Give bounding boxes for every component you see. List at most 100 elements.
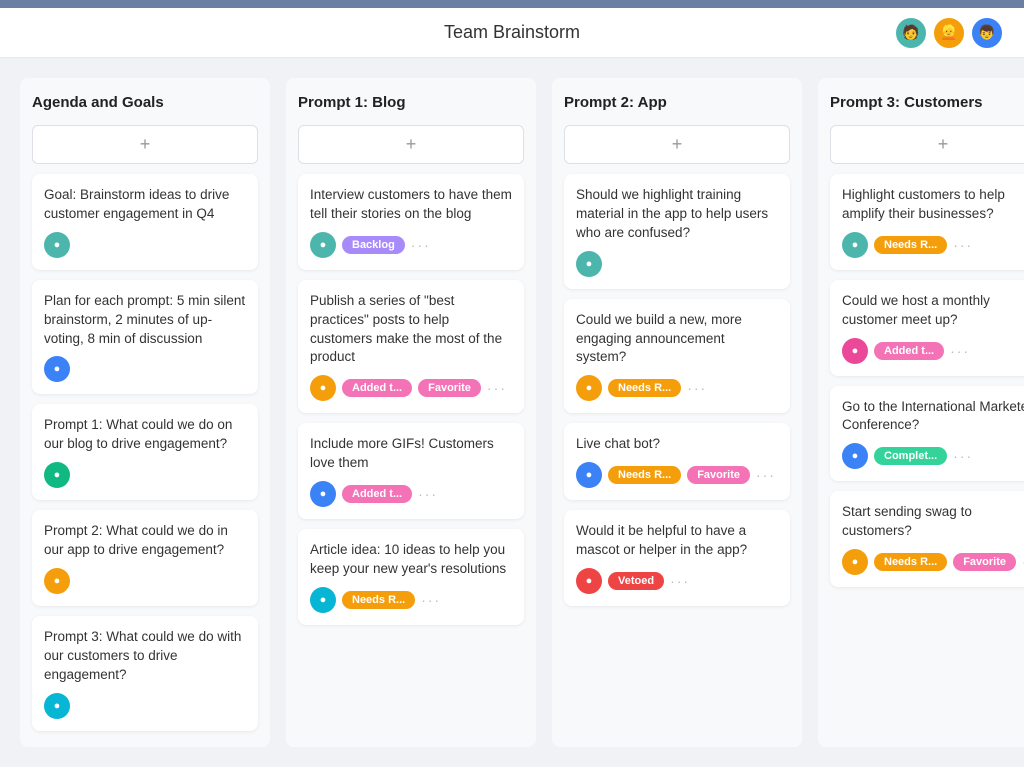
page-title: Team Brainstorm (444, 22, 580, 43)
card-avatar[interactable]: ● (842, 443, 868, 469)
status-badge[interactable]: Complet... (874, 447, 947, 465)
card-footer: ● Added t... ··· (310, 481, 512, 507)
top-bar (0, 0, 1024, 8)
card-footer: ● Backlog ··· (310, 232, 512, 258)
card-avatar[interactable]: ● (44, 462, 70, 488)
status-badge[interactable]: Added t... (342, 485, 412, 503)
card-avatar[interactable]: ● (576, 251, 602, 277)
card-text: Start sending swag to customers? (842, 503, 1024, 541)
status-badge[interactable]: Added t... (874, 342, 944, 360)
card-text: Goal: Brainstorm ideas to drive customer… (44, 186, 246, 224)
status-badge[interactable]: Needs R... (608, 466, 681, 484)
card-avatar[interactable]: ● (310, 481, 336, 507)
card-avatar[interactable]: ● (310, 587, 336, 613)
board: Agenda and Goals+Goal: Brainstorm ideas … (0, 58, 1024, 767)
card-avatar[interactable]: ● (576, 462, 602, 488)
add-card-button-agenda[interactable]: + (32, 125, 258, 164)
card-menu-icon[interactable]: ··· (487, 380, 507, 396)
card: Could we build a new, more engaging anno… (564, 299, 790, 414)
status-badge[interactable]: Needs R... (608, 379, 681, 397)
card-avatar[interactable]: ● (576, 568, 602, 594)
card-text: Prompt 2: What could we do in our app to… (44, 522, 246, 560)
status-badge[interactable]: Needs R... (342, 591, 415, 609)
add-card-button-app[interactable]: + (564, 125, 790, 164)
column-customers: Prompt 3: Customers + Highlight customers … (818, 78, 1024, 747)
card-footer: ● Needs R... ··· (842, 232, 1024, 258)
card: Prompt 3: What could we do with our cust… (32, 616, 258, 731)
card-text: Could we host a monthly customer meet up… (842, 292, 1024, 330)
status-badge[interactable]: Favorite (687, 466, 750, 484)
card-menu-icon[interactable]: ··· (953, 448, 973, 464)
card: Go to the International Marketers Confer… (830, 386, 1024, 482)
status-badge[interactable]: Favorite (418, 379, 481, 397)
card-text: Prompt 3: What could we do with our cust… (44, 628, 246, 685)
card: Interview customers to have them tell th… (298, 174, 524, 270)
card-footer: ● Needs R... ··· (576, 375, 778, 401)
card: Should we highlight training material in… (564, 174, 790, 289)
card: Prompt 1: What could we do on our blog t… (32, 404, 258, 500)
card-text: Include more GIFs! Customers love them (310, 435, 512, 473)
card-menu-icon[interactable]: ··· (687, 380, 707, 396)
card-footer: ● Needs R... Favorite ··· (576, 462, 778, 488)
status-badge[interactable]: Vetoed (608, 572, 664, 590)
card: Prompt 2: What could we do in our app to… (32, 510, 258, 606)
column-header-customers: Prompt 3: Customers (830, 94, 1024, 111)
card-menu-icon[interactable]: ··· (670, 573, 690, 589)
avatar-user2[interactable]: 👱 (932, 16, 966, 50)
card-footer: ● (44, 693, 246, 719)
card-avatar[interactable]: ● (310, 375, 336, 401)
card-footer: ● (44, 568, 246, 594)
card-avatar[interactable]: ● (842, 338, 868, 364)
card-menu-icon[interactable]: ··· (953, 237, 973, 253)
card-menu-icon[interactable]: ··· (756, 467, 776, 483)
card: Start sending swag to customers? ● Needs R… (830, 491, 1024, 587)
status-badge[interactable]: Backlog (342, 236, 405, 254)
card-avatar[interactable]: ● (44, 232, 70, 258)
card: Plan for each prompt: 5 min silent brain… (32, 280, 258, 395)
status-badge[interactable]: Favorite (953, 553, 1016, 571)
card-menu-icon[interactable]: ··· (421, 592, 441, 608)
card-text: Should we highlight training material in… (576, 186, 778, 243)
card: Could we host a monthly customer meet up… (830, 280, 1024, 376)
card-footer: ● Added t... ··· (842, 338, 1024, 364)
status-badge[interactable]: Needs R... (874, 236, 947, 254)
card-avatar[interactable]: ● (44, 568, 70, 594)
card-footer: ● (44, 356, 246, 382)
add-card-button-customers[interactable]: + (830, 125, 1024, 164)
card-menu-icon[interactable]: ··· (411, 237, 431, 253)
card-avatar[interactable]: ● (842, 232, 868, 258)
card-avatar[interactable]: ● (44, 693, 70, 719)
avatar-user3[interactable]: 👦 (970, 16, 1004, 50)
card-footer: ● Needs R... ··· (310, 587, 512, 613)
column-blog: Prompt 1: Blog + Interview customers to ha… (286, 78, 536, 747)
card-avatar[interactable]: ● (576, 375, 602, 401)
header-avatars: 🧑 👱 👦 (894, 16, 1004, 50)
status-badge[interactable]: Added t... (342, 379, 412, 397)
card-avatar[interactable]: ● (842, 549, 868, 575)
card-text: Could we build a new, more engaging anno… (576, 311, 778, 368)
column-header-blog: Prompt 1: Blog (298, 94, 524, 111)
card: Live chat bot?●Needs R...Favorite··· (564, 423, 790, 500)
avatar-user1[interactable]: 🧑 (894, 16, 928, 50)
card-menu-icon[interactable]: ··· (950, 343, 970, 359)
card-text: Go to the International Marketers Confer… (842, 398, 1024, 436)
column-app: Prompt 2: App + Should we highlight traini… (552, 78, 802, 747)
card-footer: ● Added t... Favorite ··· (310, 375, 512, 401)
card-footer: ●Needs R...Favorite··· (842, 549, 1024, 575)
card: Article idea: 10 ideas to help you keep … (298, 529, 524, 625)
add-card-button-blog[interactable]: + (298, 125, 524, 164)
card-avatar[interactable]: ● (44, 356, 70, 382)
status-badge[interactable]: Needs R... (874, 553, 947, 571)
card-avatar[interactable]: ● (310, 232, 336, 258)
card-text: Publish a series of "best practices" pos… (310, 292, 512, 368)
header: Team Brainstorm 🧑 👱 👦 (0, 8, 1024, 58)
column-header-app: Prompt 2: App (564, 94, 790, 111)
card-menu-icon[interactable]: ··· (418, 486, 438, 502)
card-text: Plan for each prompt: 5 min silent brain… (44, 292, 246, 349)
card: Highlight customers to help amplify thei… (830, 174, 1024, 270)
column-agenda: Agenda and Goals+Goal: Brainstorm ideas … (20, 78, 270, 747)
card: Would it be helpful to have a mascot or … (564, 510, 790, 606)
card-text: Article idea: 10 ideas to help you keep … (310, 541, 512, 579)
card-text: Prompt 1: What could we do on our blog t… (44, 416, 246, 454)
card-text: Highlight customers to help amplify thei… (842, 186, 1024, 224)
